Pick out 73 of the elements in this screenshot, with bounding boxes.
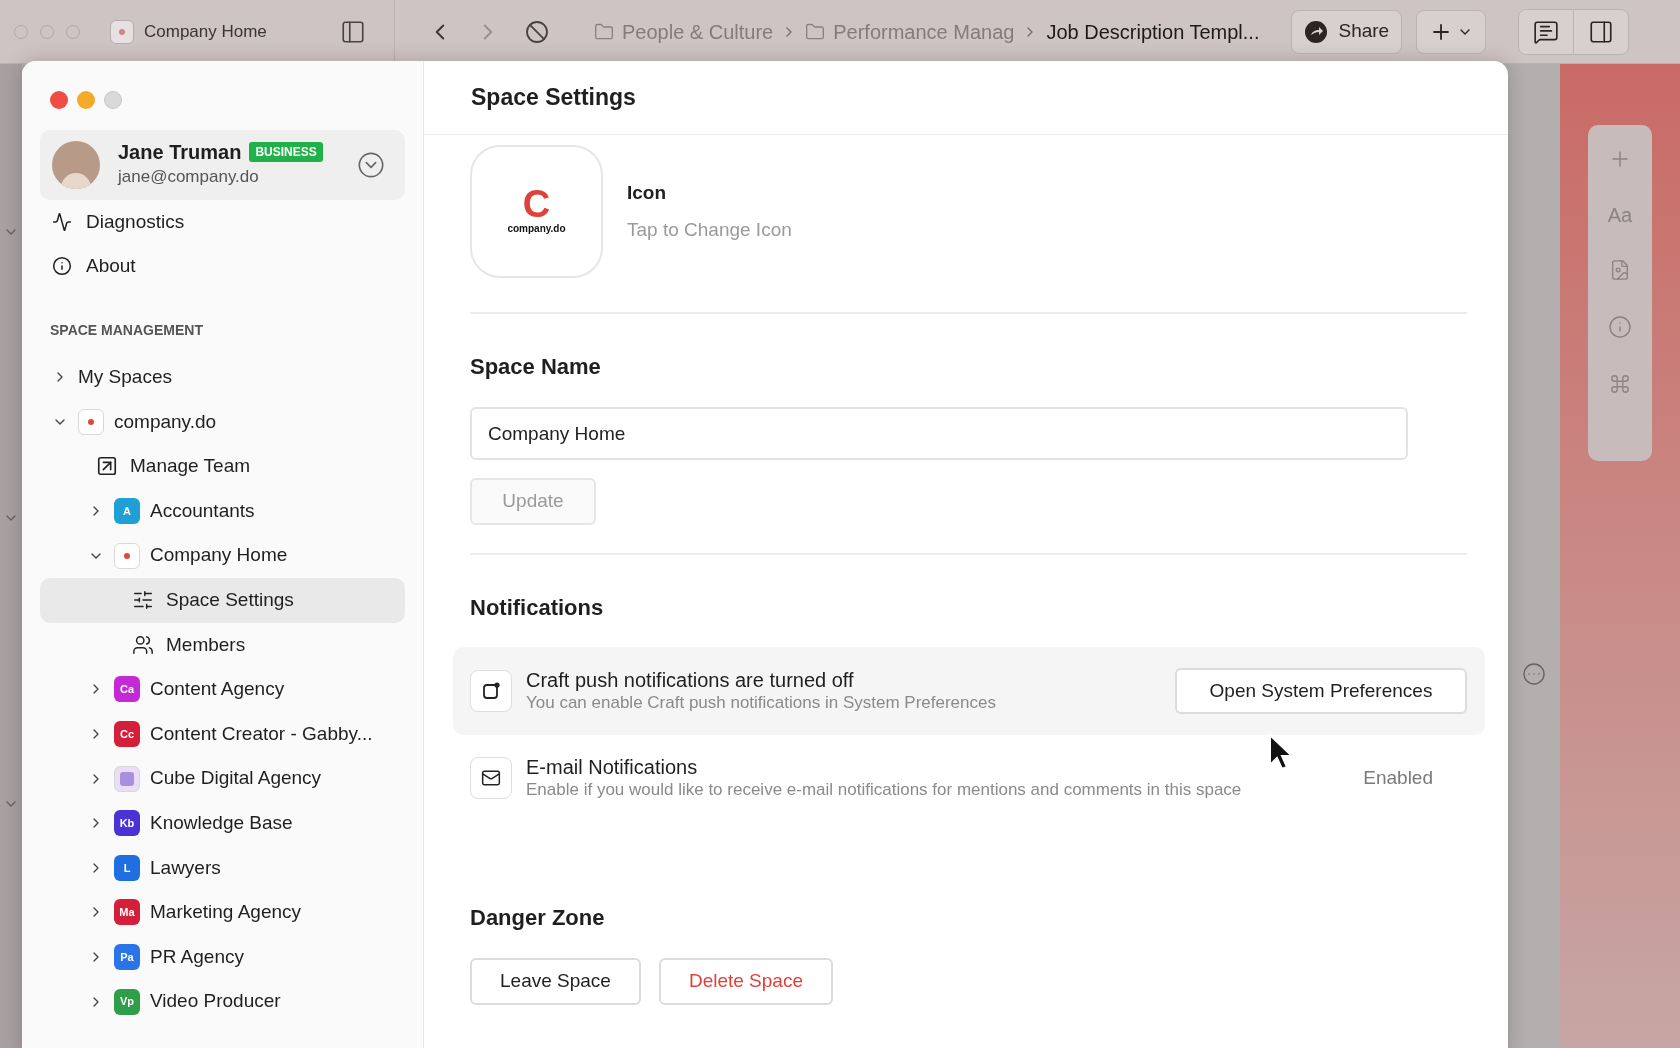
- sidebar-tree-item[interactable]: A Accountants: [40, 488, 405, 534]
- add-button[interactable]: [1416, 9, 1487, 54]
- sidebar-tree-item[interactable]: L Lawyers: [40, 845, 405, 891]
- notification-title: Craft push notifications are turned off: [526, 668, 855, 692]
- account-name: Jane Truman: [118, 140, 242, 165]
- space-badge-icon: Vp: [114, 988, 140, 1015]
- pulse-icon: [52, 212, 72, 232]
- space-logo-icon: [114, 542, 140, 569]
- right-panel-icon[interactable]: [1588, 18, 1615, 45]
- notification-badge-icon: [470, 670, 512, 712]
- notification-title: E-mail Notifications: [526, 755, 699, 779]
- members-icon: [132, 633, 154, 656]
- sidebar-tree-item[interactable]: Ca Content Agency: [40, 667, 405, 712]
- slashed-circle-icon[interactable]: [525, 19, 549, 44]
- avatar-placeholder: [52, 141, 100, 189]
- folder-icon: [594, 21, 614, 42]
- account-email: jane@company.do: [118, 166, 260, 189]
- share-button[interactable]: Share: [1291, 9, 1403, 54]
- space-badge-icon: L: [114, 854, 140, 881]
- sidebar-tree-item[interactable]: Kb Knowledge Base: [40, 800, 405, 846]
- notification-description: You can enable Craft push notifications in System Preferences: [526, 692, 996, 714]
- space-badge-icon: Cc: [114, 721, 140, 748]
- space-icon-tile[interactable]: C company.do: [470, 145, 603, 278]
- sidebar-tree-item[interactable]: My Spaces: [40, 355, 405, 400]
- page-title: Space Settings: [471, 83, 636, 113]
- account-card[interactable]: Jane Truman BUSINESS jane@company.do: [40, 130, 405, 200]
- share-icon: [1304, 19, 1329, 44]
- external-link-icon: [96, 455, 118, 478]
- sidebar-tree-item[interactable]: Space Settings: [40, 577, 405, 623]
- space-logo-icon: [78, 408, 104, 435]
- sidebar-tree-item[interactable]: Manage Team: [40, 444, 405, 489]
- sidebar-tree-item[interactable]: Members: [40, 622, 405, 668]
- sidebar-tree-item[interactable]: company.do: [40, 399, 405, 445]
- space-badge-icon: Ca: [114, 676, 140, 703]
- sliders-icon: [132, 589, 154, 612]
- space-logo-icon: [110, 19, 134, 44]
- notification-status: Enabled: [1363, 765, 1433, 790]
- folder-icon: [805, 21, 826, 42]
- space-title: Company Home: [144, 20, 267, 43]
- logo-wordmark: company.do: [507, 222, 566, 236]
- space-picture-icon: [114, 765, 140, 792]
- space-badge-icon: Ma: [114, 899, 140, 926]
- section-heading: Space Name: [470, 353, 602, 381]
- plan-badge: BUSINESS: [249, 142, 323, 163]
- close-window-icon[interactable]: [50, 91, 68, 109]
- space-name-input[interactable]: Company Home: [470, 407, 1408, 460]
- sidebar-tree-item[interactable]: Cc Content Creator - Gabby...: [40, 711, 405, 757]
- more-options-icon[interactable]: [1522, 662, 1546, 686]
- section-heading: Danger Zone: [470, 904, 606, 932]
- sidebar-tree-item[interactable]: Cube Digital Agency: [40, 756, 405, 801]
- sidebar-tree-item[interactable]: Vp Video Producer: [40, 979, 405, 1024]
- comments-icon[interactable]: [1533, 18, 1560, 45]
- sidebar-tree-item[interactable]: Pa PR Agency: [40, 934, 405, 980]
- leave-space-button[interactable]: Leave Space: [470, 958, 641, 1005]
- icon-label: Icon: [627, 181, 668, 205]
- section-title: SPACE MANAGEMENT: [49, 321, 204, 340]
- mail-icon: [470, 757, 512, 799]
- sidebar-tree-item[interactable]: Ma Marketing Agency: [40, 890, 405, 935]
- space-badge-icon: Kb: [114, 810, 140, 837]
- space-badge-icon: A: [114, 498, 140, 525]
- sidebar-toggle-icon[interactable]: [340, 18, 366, 45]
- space-badge-icon: Pa: [114, 944, 140, 970]
- section-heading: Notifications: [470, 594, 605, 622]
- sidebar-tree-item[interactable]: Company Home: [40, 533, 405, 578]
- sidebar-menu-item[interactable]: About: [40, 244, 405, 288]
- logo-letter: C: [522, 187, 551, 221]
- breadcrumb-current[interactable]: Job Description Templ...: [1046, 16, 1260, 47]
- notification-description: Enable if you would like to receive e-mail notifications for mentions and comments in this space: [526, 779, 1242, 801]
- open-preferences-button[interactable]: Open System Preferences: [1175, 668, 1467, 714]
- sidebar-menu-item[interactable]: Diagnostics: [40, 200, 405, 244]
- delete-space-button[interactable]: Delete Space: [658, 958, 833, 1005]
- account-menu-icon[interactable]: [357, 151, 385, 179]
- info-icon: [52, 256, 72, 276]
